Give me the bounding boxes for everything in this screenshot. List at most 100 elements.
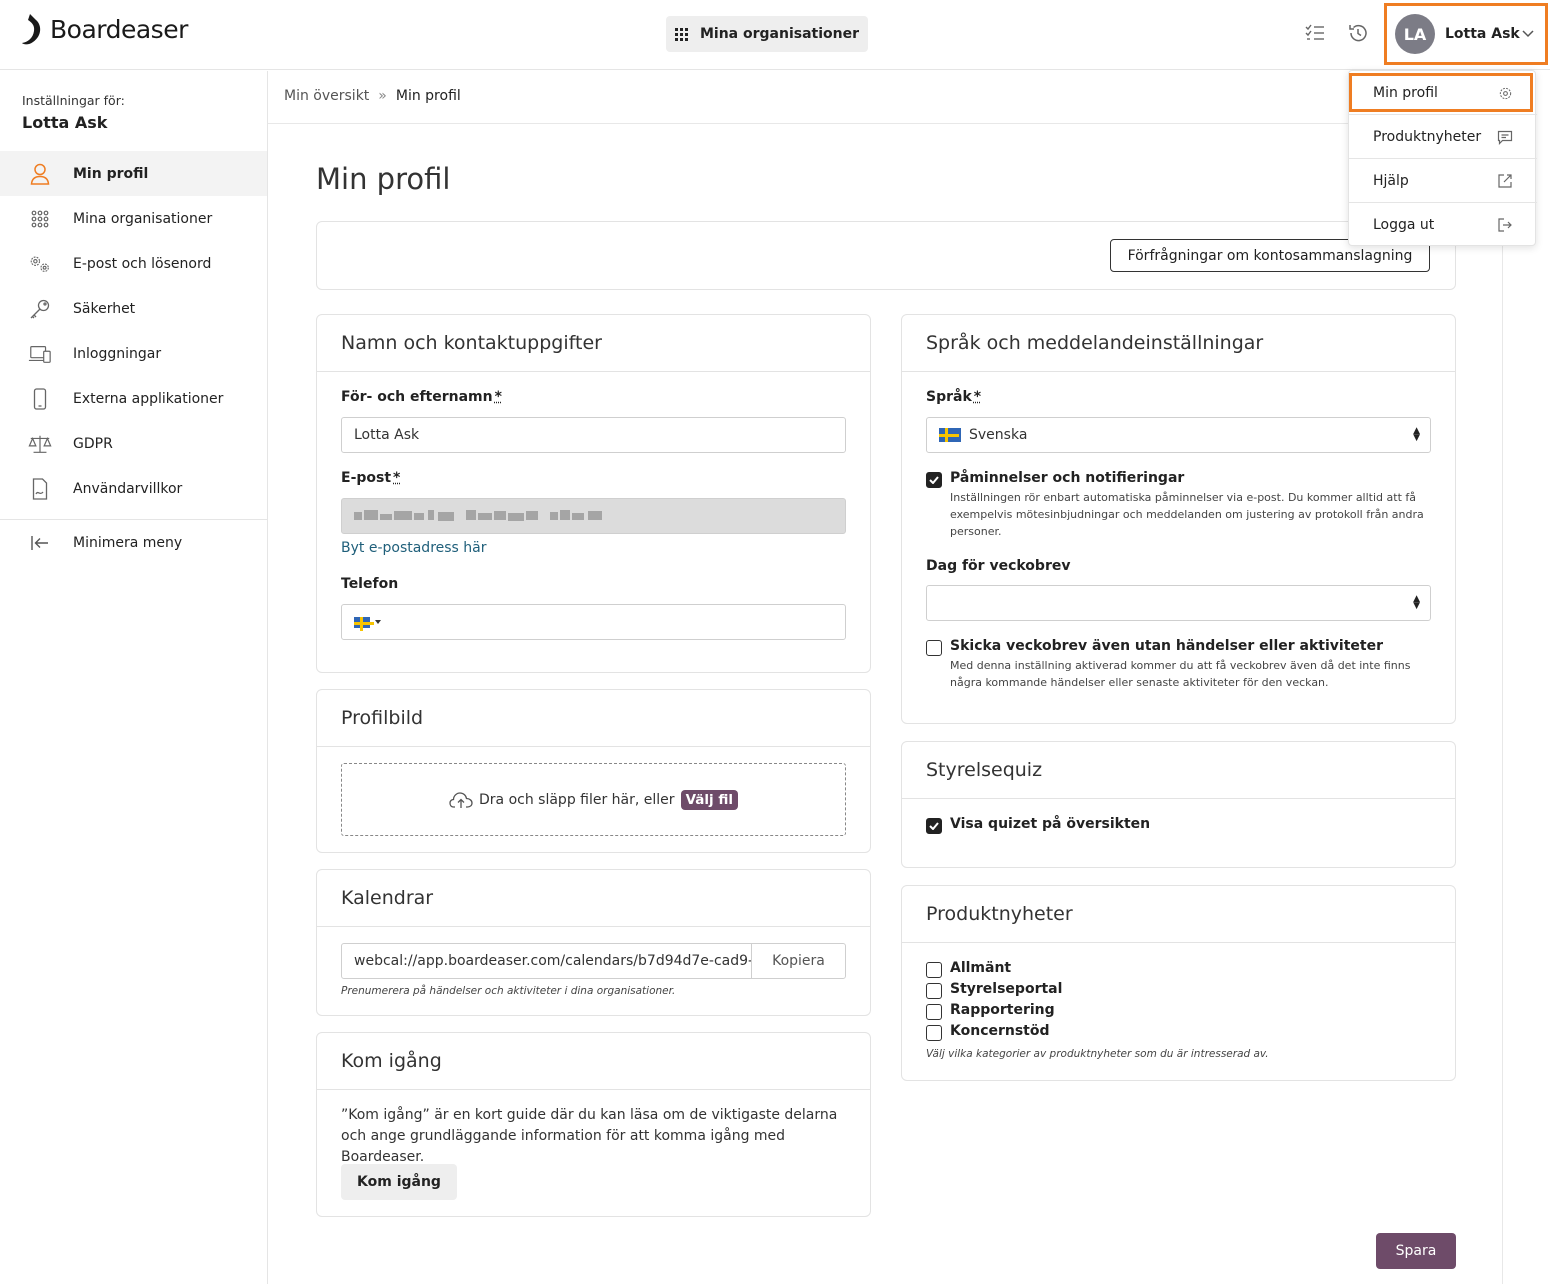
cloud-upload-icon bbox=[449, 791, 473, 808]
breadcrumb-current: Min profil bbox=[395, 88, 461, 104]
quiz-title: Styrelsequiz bbox=[902, 742, 1455, 799]
news-option-label[interactable]: Koncernstöd bbox=[950, 1023, 1050, 1039]
phone-field[interactable] bbox=[341, 604, 846, 640]
breadcrumb-divider bbox=[268, 123, 1502, 124]
sidebar-item-label: E-post och lösenord bbox=[73, 255, 212, 272]
file-dropzone[interactable]: Dra och släpp filer här, eller Välj fil bbox=[341, 763, 846, 836]
weekly-day-select[interactable]: ▲ ▼ bbox=[926, 585, 1431, 621]
email-field bbox=[341, 498, 846, 534]
page-title: Min profil bbox=[316, 162, 451, 196]
user-menu-button[interactable]: LA Lotta Ask bbox=[1384, 3, 1548, 65]
dropdown-item-label: Hjälp bbox=[1373, 172, 1409, 189]
minimize-menu-label: Minimera meny bbox=[73, 534, 183, 551]
language-select[interactable]: Svenska ▲ ▼ bbox=[926, 417, 1431, 453]
sidebar-item-terms[interactable]: Användarvillkor bbox=[0, 466, 267, 511]
news-option-label[interactable]: Styrelseportal bbox=[950, 981, 1062, 997]
caret-down-icon bbox=[375, 620, 381, 624]
user-name: Lotta Ask bbox=[1445, 26, 1520, 42]
show-quiz-label[interactable]: Visa quizet på översikten bbox=[950, 816, 1150, 832]
sidebar-item-gdpr[interactable]: GDPR bbox=[0, 421, 267, 466]
key-icon bbox=[28, 297, 52, 321]
sidebar-item-email-password[interactable]: E-post och lösenord bbox=[0, 241, 267, 286]
news-group-support-checkbox[interactable] bbox=[926, 1025, 942, 1041]
language-select-value: Svenska bbox=[969, 427, 1028, 443]
user-icon bbox=[28, 162, 52, 186]
breadcrumb-home-link[interactable]: Min översikt bbox=[284, 88, 369, 104]
dropdown-item-product-news[interactable]: Produktnyheter bbox=[1349, 115, 1537, 159]
news-option-label[interactable]: Allmänt bbox=[950, 960, 1011, 976]
calendar-url-field[interactable]: webcal://app.boardeaser.com/calendars/b7… bbox=[342, 944, 751, 978]
phone-label: Telefon bbox=[341, 576, 399, 592]
minimize-menu-button[interactable]: Minimera meny bbox=[0, 520, 267, 565]
boardeaser-logo-icon bbox=[22, 14, 41, 45]
settings-for-label: Inställningar för: bbox=[22, 93, 125, 108]
news-reporting-checkbox[interactable] bbox=[926, 1004, 942, 1020]
sidebar-item-label: Min profil bbox=[73, 165, 149, 182]
reminders-description: Inställningen rör enbart automatiska påm… bbox=[950, 491, 1424, 538]
scales-icon bbox=[28, 432, 52, 456]
sidebar: Inställningar för: Lotta Ask Min profil … bbox=[0, 71, 268, 1284]
logo-text: Boardeaser bbox=[50, 14, 188, 44]
show-quiz-checkbox[interactable] bbox=[926, 818, 942, 834]
calendars-title: Kalendrar bbox=[317, 870, 870, 927]
my-organisations-label: Mina organisationer bbox=[699, 26, 860, 42]
name-field[interactable]: Lotta Ask bbox=[341, 417, 846, 453]
get-started-button[interactable]: Kom igång bbox=[341, 1164, 457, 1200]
weekly-empty-label[interactable]: Skicka veckobrev även utan händelser ell… bbox=[950, 638, 1383, 654]
breadcrumb: Min översikt » Min profil bbox=[284, 88, 461, 104]
dropdown-item-logout[interactable]: Logga ut bbox=[1349, 203, 1537, 247]
sidebar-item-label: Externa applikationer bbox=[73, 390, 224, 407]
phone-icon bbox=[28, 387, 52, 411]
logo[interactable]: Boardeaser bbox=[20, 12, 188, 46]
my-organisations-button[interactable]: Mina organisationer bbox=[666, 16, 868, 52]
sweden-flag-icon[interactable] bbox=[354, 616, 374, 631]
language-label: Språk * bbox=[926, 389, 982, 405]
external-link-icon bbox=[1497, 173, 1513, 189]
reminders-label[interactable]: Påminnelser och notifieringar bbox=[950, 470, 1184, 486]
sidebar-item-label: Inloggningar bbox=[73, 345, 162, 362]
name-label: För- och efternamn * bbox=[341, 389, 502, 405]
news-board-portal-checkbox[interactable] bbox=[926, 983, 942, 999]
news-general-checkbox[interactable] bbox=[926, 962, 942, 978]
sidebar-item-my-profile[interactable]: Min profil bbox=[0, 151, 267, 196]
redacted-email bbox=[354, 510, 602, 521]
sidebar-item-external-apps[interactable]: Externa applikationer bbox=[0, 376, 267, 421]
news-option-label[interactable]: Rapportering bbox=[950, 1002, 1055, 1018]
gear-icon bbox=[1497, 85, 1513, 101]
quiz-card: Styrelsequiz bbox=[901, 741, 1456, 868]
sweden-flag-icon bbox=[939, 428, 961, 442]
tasks-icon[interactable] bbox=[1304, 22, 1326, 44]
grid-icon bbox=[28, 207, 52, 231]
weekly-day-label: Dag för veckobrev bbox=[926, 558, 1071, 574]
reminders-checkbox[interactable] bbox=[926, 472, 942, 488]
get-started-title: Kom igång bbox=[317, 1033, 870, 1090]
sidebar-item-security[interactable]: Säkerhet bbox=[0, 286, 267, 331]
dropdown-item-help[interactable]: Hjälp bbox=[1349, 159, 1537, 203]
sidebar-item-logins[interactable]: Inloggningar bbox=[0, 331, 267, 376]
news-help-text: Välj vilka kategorier av produktnyheter … bbox=[926, 1048, 1269, 1060]
calendar-url-group: webcal://app.boardeaser.com/calendars/b7… bbox=[341, 943, 846, 979]
sidebar-item-label: GDPR bbox=[73, 435, 113, 452]
sidebar-item-label: Användarvillkor bbox=[73, 480, 183, 497]
change-email-link[interactable]: Byt e-postadress här bbox=[341, 540, 487, 556]
select-arrows-icon: ▲ ▼ bbox=[1413, 594, 1420, 611]
avatar: LA bbox=[1395, 14, 1435, 54]
save-button[interactable]: Spara bbox=[1376, 1233, 1456, 1269]
chat-icon bbox=[1497, 129, 1513, 145]
product-news-title: Produktnyheter bbox=[902, 886, 1455, 943]
dropdown-item-my-profile[interactable]: Min profil bbox=[1349, 71, 1537, 115]
contact-card-title: Namn och kontaktuppgifter bbox=[317, 315, 870, 372]
dropdown-item-label: Produktnyheter bbox=[1373, 128, 1482, 145]
weekly-empty-checkbox[interactable] bbox=[926, 640, 942, 656]
weekly-empty-description: Med denna inställning aktiverad kommer d… bbox=[950, 659, 1411, 689]
content-right-border bbox=[1502, 246, 1503, 1284]
sidebar-item-my-organisations[interactable]: Mina organisationer bbox=[0, 196, 267, 241]
dropdown-item-label: Logga ut bbox=[1373, 217, 1435, 233]
profile-picture-title: Profilbild bbox=[317, 690, 870, 747]
calendar-help-text: Prenumerera på händelser och aktiviteter… bbox=[341, 985, 676, 997]
copy-button[interactable]: Kopiera bbox=[751, 944, 845, 978]
choose-file-button[interactable]: Välj fil bbox=[680, 789, 738, 810]
history-icon[interactable] bbox=[1347, 22, 1369, 44]
language-card-title: Språk och meddelandeinställningar bbox=[902, 315, 1455, 372]
checkmark-icon bbox=[929, 476, 939, 484]
